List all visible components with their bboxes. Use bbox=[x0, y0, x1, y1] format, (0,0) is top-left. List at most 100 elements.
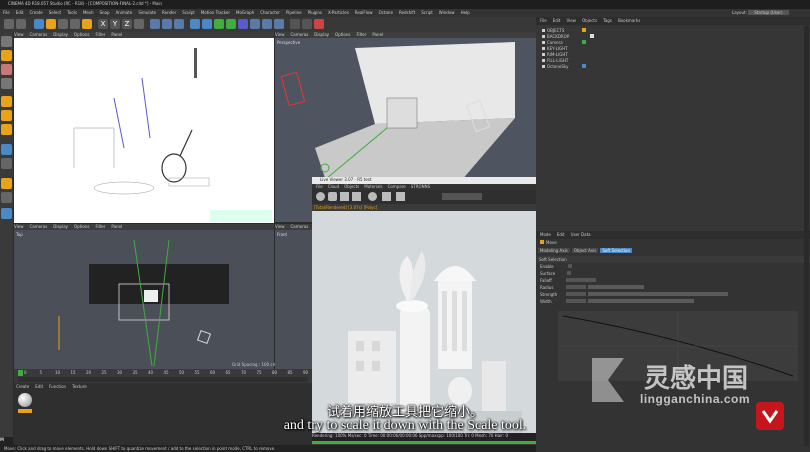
material-tag-icon[interactable] bbox=[590, 34, 594, 38]
coordinate-system-icon[interactable] bbox=[134, 19, 144, 29]
strength-field[interactable] bbox=[566, 292, 587, 296]
octane-icon[interactable] bbox=[290, 19, 300, 29]
menu-item[interactable]: Create bbox=[29, 10, 42, 15]
menu-filter[interactable]: Filter bbox=[95, 32, 105, 37]
am-menu-edit[interactable]: Edit bbox=[557, 232, 565, 237]
menu-item[interactable]: Help bbox=[461, 10, 470, 15]
menu-item[interactable]: X-Particles bbox=[328, 10, 349, 15]
radius-field[interactable] bbox=[566, 285, 587, 289]
points-mode-icon[interactable] bbox=[1, 96, 12, 107]
redshift-icon[interactable] bbox=[314, 19, 324, 29]
om-menu-bookmarks[interactable]: Bookmarks bbox=[618, 18, 640, 23]
menu-item[interactable]: Tools bbox=[67, 10, 77, 15]
axis-mode-icon[interactable] bbox=[1, 144, 12, 155]
lv-send-scene-icon[interactable] bbox=[316, 192, 325, 201]
mat-menu-create[interactable]: Create bbox=[16, 384, 29, 389]
menu-item[interactable]: Snap bbox=[99, 10, 109, 15]
lv-menu-file[interactable]: File bbox=[316, 184, 323, 189]
render-settings-icon[interactable] bbox=[174, 19, 184, 29]
quantize-icon[interactable] bbox=[1, 192, 12, 203]
menu-item[interactable]: Plugins bbox=[308, 10, 322, 15]
spline-pen-icon[interactable] bbox=[202, 19, 212, 29]
lv-menu-objects[interactable]: Objects bbox=[344, 184, 359, 189]
om-menu-objects[interactable]: Objects bbox=[582, 18, 597, 23]
menu-panel[interactable]: Panel bbox=[372, 32, 383, 37]
mat-menu-function[interactable]: Function bbox=[49, 384, 66, 389]
lv-save-icon[interactable] bbox=[396, 192, 405, 201]
menu-options[interactable]: Options bbox=[74, 32, 89, 37]
menu-filter[interactable]: Filter bbox=[95, 224, 105, 229]
menu-options[interactable]: Options bbox=[335, 32, 350, 37]
lv-menu-cloud[interactable]: Cloud bbox=[328, 184, 339, 189]
tab-soft-selection[interactable]: Soft Selection bbox=[600, 248, 632, 253]
polygons-mode-icon[interactable] bbox=[1, 124, 12, 135]
menu-item[interactable]: Script bbox=[421, 10, 433, 15]
tab-object-axis[interactable]: Object Axis bbox=[571, 248, 599, 253]
redo-icon[interactable] bbox=[16, 19, 26, 29]
menu-item[interactable]: Mesh bbox=[83, 10, 94, 15]
radius-slider[interactable] bbox=[588, 285, 644, 289]
move-tool-icon[interactable] bbox=[46, 19, 56, 29]
tab-modeling-axis[interactable]: Modeling Axis bbox=[538, 248, 570, 253]
lv-menu-materials[interactable]: Materials bbox=[364, 184, 382, 189]
edges-mode-icon[interactable] bbox=[1, 110, 12, 121]
menu-item[interactable]: Window bbox=[439, 10, 455, 15]
om-menu-tags[interactable]: Tags bbox=[603, 18, 612, 23]
menu-item[interactable]: RealFlow bbox=[355, 10, 373, 15]
menu-view[interactable]: View bbox=[14, 224, 24, 229]
workplane-icon[interactable] bbox=[1, 78, 12, 89]
render-view-icon[interactable] bbox=[150, 19, 160, 29]
mat-menu-edit[interactable]: Edit bbox=[35, 384, 43, 389]
floor-icon[interactable] bbox=[250, 19, 260, 29]
texture-mode-icon[interactable] bbox=[1, 64, 12, 75]
axis-x-button[interactable]: X bbox=[98, 19, 108, 29]
am-menu-mode[interactable]: Mode bbox=[540, 232, 551, 237]
menu-view[interactable]: View bbox=[14, 32, 24, 37]
menu-item[interactable]: Redshift bbox=[399, 10, 415, 15]
make-editable-icon[interactable] bbox=[1, 36, 12, 47]
recent-tools-icon[interactable] bbox=[82, 19, 92, 29]
tag-icon[interactable] bbox=[582, 28, 586, 32]
menu-item[interactable]: Render bbox=[162, 10, 176, 15]
lv-settings-icon[interactable] bbox=[368, 192, 377, 201]
scrollbar[interactable] bbox=[804, 26, 809, 446]
lv-stop-icon[interactable] bbox=[340, 192, 349, 201]
menu-item[interactable]: Sculpt bbox=[182, 10, 195, 15]
menu-item[interactable]: Simulate bbox=[138, 10, 156, 15]
menu-item[interactable]: Pipeline bbox=[286, 10, 302, 15]
axis-z-button[interactable]: Z bbox=[122, 19, 132, 29]
menu-item[interactable]: Character bbox=[260, 10, 280, 15]
falloff-dropdown[interactable] bbox=[565, 278, 596, 282]
camera-icon[interactable] bbox=[262, 19, 272, 29]
menu-display[interactable]: Display bbox=[53, 32, 68, 37]
axis-y-button[interactable]: Y bbox=[110, 19, 120, 29]
checkbox[interactable] bbox=[567, 264, 572, 268]
cube-icon[interactable] bbox=[190, 19, 200, 29]
checkbox[interactable] bbox=[567, 271, 572, 275]
lv-channel-dropdown[interactable] bbox=[442, 193, 482, 200]
menu-cameras[interactable]: Cameras bbox=[291, 32, 309, 37]
menu-item[interactable]: Edit bbox=[16, 10, 24, 15]
lv-pause-icon[interactable] bbox=[352, 192, 361, 201]
tag-icon[interactable] bbox=[582, 40, 586, 44]
menu-filter[interactable]: Filter bbox=[356, 32, 366, 37]
menu-display[interactable]: Display bbox=[314, 32, 329, 37]
viewport-top[interactable]: View Cameras Display Options Filter Panel Top… bbox=[14, 224, 276, 369]
om-menu-file[interactable]: File bbox=[540, 18, 547, 23]
menu-item[interactable]: Animate bbox=[116, 10, 133, 15]
solo-icon[interactable] bbox=[1, 208, 12, 219]
menu-panel[interactable]: Panel bbox=[111, 224, 122, 229]
lv-menu-compare[interactable]: Compare bbox=[388, 184, 406, 189]
array-icon[interactable] bbox=[226, 19, 236, 29]
menu-view[interactable]: View bbox=[275, 32, 285, 37]
viewport-front[interactable]: View Cameras Front bbox=[275, 224, 312, 369]
menu-item[interactable]: Octane bbox=[379, 10, 393, 15]
deformer-icon[interactable] bbox=[238, 19, 248, 29]
octane-settings-icon[interactable] bbox=[302, 19, 312, 29]
menu-view[interactable]: View bbox=[275, 224, 285, 229]
menu-item[interactable]: File bbox=[3, 10, 10, 15]
om-menu-view[interactable]: View bbox=[566, 18, 576, 23]
om-menu-edit[interactable]: Edit bbox=[553, 18, 561, 23]
strength-slider[interactable] bbox=[588, 292, 728, 296]
width-field[interactable] bbox=[565, 299, 586, 303]
